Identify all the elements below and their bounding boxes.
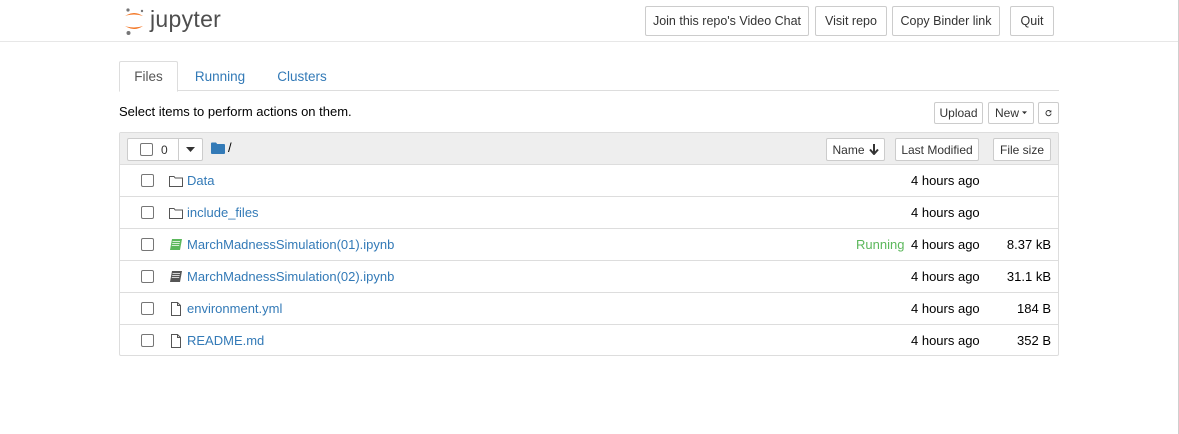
last-modified: 4 hours ago: [911, 269, 980, 284]
file-list: 0 / Name Last Modified File size Data 4 …: [119, 132, 1059, 356]
file-size: 352 B: [1017, 333, 1051, 348]
tab-files[interactable]: Files: [119, 61, 178, 92]
refresh-icon: [1045, 110, 1052, 117]
notebook-icon: [170, 271, 182, 282]
header-bar: jupyter Join this repo's Video Chat Visi…: [0, 0, 1178, 42]
selection-hint: Select items to perform actions on them.: [119, 104, 352, 119]
caret-down-icon: [1022, 111, 1027, 115]
arrow-down-icon: [868, 144, 879, 155]
new-dropdown-button[interactable]: New: [988, 102, 1034, 124]
row-checkbox[interactable]: [141, 238, 154, 251]
select-all-dropdown[interactable]: 0: [127, 138, 203, 161]
file-icon: [171, 302, 181, 316]
tab-clusters[interactable]: Clusters: [267, 61, 337, 91]
list-item[interactable]: environment.yml 4 hours ago 184 B: [120, 293, 1058, 325]
select-divider: [178, 139, 179, 160]
list-item[interactable]: README.md 4 hours ago 352 B: [120, 325, 1058, 357]
sort-by-modified-button[interactable]: Last Modified: [895, 138, 979, 161]
file-name-link[interactable]: MarchMadnessSimulation(02).ipynb: [187, 269, 394, 284]
row-checkbox[interactable]: [141, 302, 154, 315]
last-modified: 4 hours ago: [911, 173, 980, 188]
file-name-link[interactable]: include_files: [187, 205, 259, 220]
row-checkbox[interactable]: [141, 174, 154, 187]
row-checkbox[interactable]: [141, 270, 154, 283]
file-name-link[interactable]: Data: [187, 173, 214, 188]
last-modified: 4 hours ago: [911, 205, 980, 220]
list-item[interactable]: MarchMadnessSimulation(01).ipynb Running…: [120, 229, 1058, 261]
list-item[interactable]: Data 4 hours ago: [120, 165, 1058, 197]
jupyter-logo-icon: [125, 8, 144, 35]
new-button-label: New: [995, 106, 1020, 120]
list-item[interactable]: MarchMadnessSimulation(02).ipynb 4 hours…: [120, 261, 1058, 293]
file-size: 31.1 kB: [1006, 269, 1051, 284]
folder-icon: [169, 176, 183, 187]
jupyter-logo[interactable]: jupyter: [122, 6, 221, 36]
logo-text: jupyter: [150, 5, 222, 32]
list-item[interactable]: include_files 4 hours ago: [120, 197, 1058, 229]
file-name-link[interactable]: README.md: [187, 333, 264, 348]
quit-button[interactable]: Quit: [1010, 6, 1054, 36]
caret-down-icon[interactable]: [186, 147, 195, 153]
file-list-header: 0 / Name Last Modified File size: [120, 133, 1058, 165]
row-checkbox[interactable]: [141, 334, 154, 347]
main-tabs: Files Running Clusters: [119, 61, 1059, 92]
sort-by-name-button[interactable]: Name: [826, 138, 885, 161]
folder-open-icon[interactable]: [211, 142, 225, 154]
copy-binder-link-button[interactable]: Copy Binder link: [892, 6, 1000, 36]
video-chat-button[interactable]: Join this repo's Video Chat: [645, 6, 809, 36]
sort-name-label: Name: [832, 142, 865, 157]
file-icon: [171, 334, 181, 348]
sort-by-size-button[interactable]: File size: [993, 138, 1051, 161]
row-checkbox[interactable]: [141, 206, 154, 219]
last-modified: 4 hours ago: [911, 333, 980, 348]
running-status: Running: [856, 237, 905, 252]
current-path[interactable]: /: [228, 140, 232, 155]
file-name-link[interactable]: MarchMadnessSimulation(01).ipynb: [187, 237, 394, 252]
select-all-checkbox[interactable]: [140, 143, 153, 156]
last-modified: 4 hours ago: [911, 237, 980, 252]
file-size: 8.37 kB: [1006, 237, 1051, 252]
file-size: 184 B: [1017, 301, 1051, 316]
upload-button[interactable]: Upload: [934, 102, 983, 124]
tab-running[interactable]: Running: [185, 61, 255, 91]
file-name-link[interactable]: environment.yml: [187, 301, 282, 316]
visit-repo-button[interactable]: Visit repo: [815, 6, 887, 36]
selected-count: 0: [161, 143, 168, 157]
folder-icon: [169, 208, 183, 219]
notebook-running-icon: [170, 239, 182, 250]
refresh-button[interactable]: [1038, 102, 1059, 124]
last-modified: 4 hours ago: [911, 301, 980, 316]
